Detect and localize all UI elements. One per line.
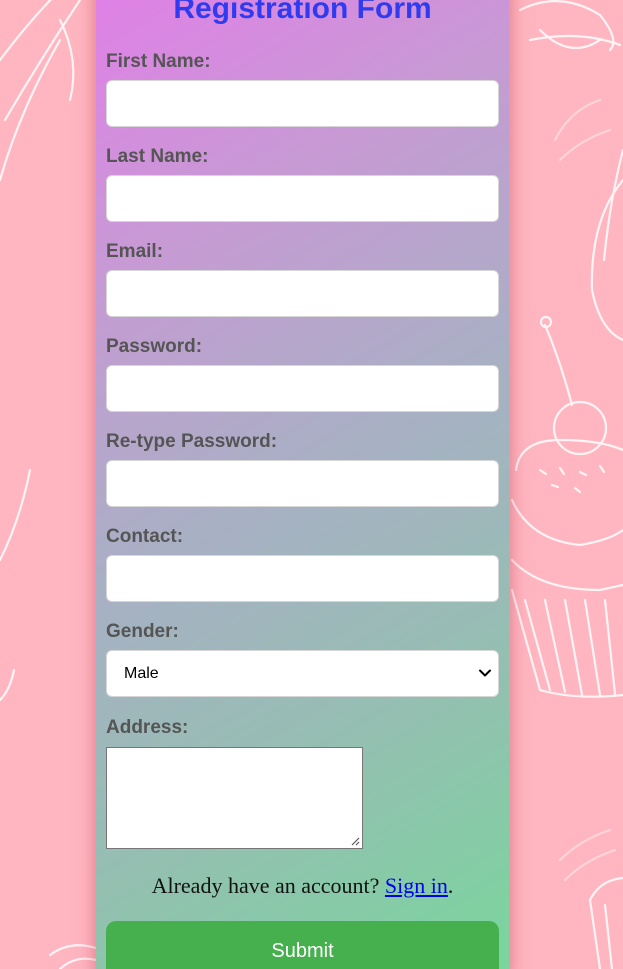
gender-select[interactable]: Male xyxy=(106,650,499,697)
email-input[interactable] xyxy=(106,270,499,317)
signin-link[interactable]: Sign in xyxy=(385,873,448,898)
email-label: Email: xyxy=(106,241,164,262)
contact-input[interactable] xyxy=(106,555,499,602)
retype-password-input[interactable] xyxy=(106,460,499,507)
address-textarea[interactable] xyxy=(106,747,363,849)
contact-label: Contact: xyxy=(106,526,184,547)
password-input[interactable] xyxy=(106,365,499,412)
gender-selected-value: Male xyxy=(124,665,159,682)
first-name-label: First Name: xyxy=(106,51,211,72)
signin-prompt: Already have an account? Sign in. xyxy=(106,871,499,901)
form-title: Registration Form xyxy=(173,0,432,25)
signin-suffix: . xyxy=(447,873,454,898)
last-name-label: Last Name: xyxy=(106,146,209,167)
gender-label: Gender: xyxy=(106,621,179,642)
submit-button[interactable]: Submit xyxy=(106,921,499,969)
chevron-down-icon xyxy=(479,669,491,677)
first-name-input[interactable] xyxy=(106,80,499,127)
last-name-input[interactable] xyxy=(106,175,499,222)
resize-grip-icon[interactable] xyxy=(351,837,360,846)
registration-form: Registration Form First Name: Last Name:… xyxy=(106,0,499,969)
signin-prompt-text: Already have an account? xyxy=(151,873,380,898)
retype-password-label: Re-type Password: xyxy=(106,431,278,452)
address-label: Address: xyxy=(106,717,189,738)
password-label: Password: xyxy=(106,336,203,357)
